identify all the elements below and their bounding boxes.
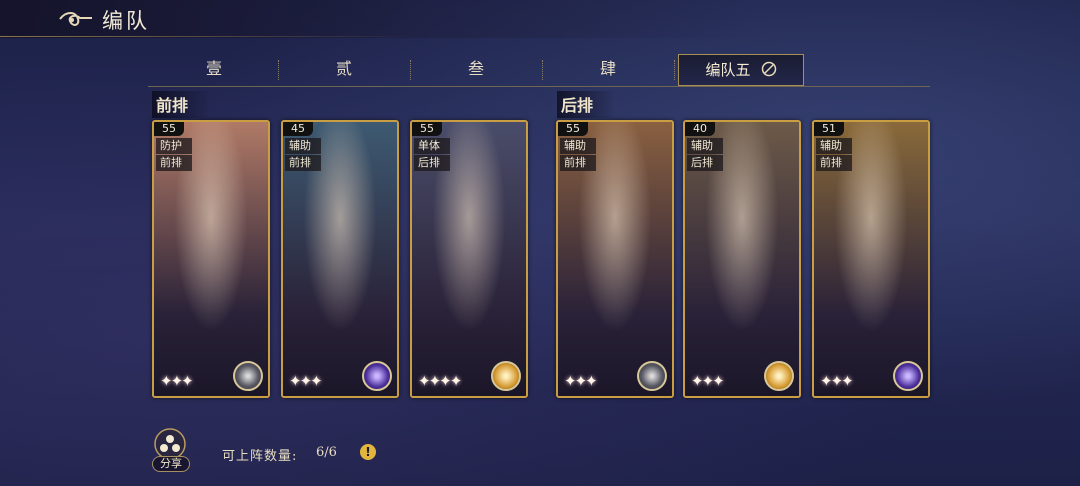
star-rating: ✦✦✦ — [820, 372, 854, 390]
moon-disc-icon — [637, 361, 667, 391]
purple-orb-icon — [362, 361, 392, 391]
position-tag: 后排 — [414, 155, 450, 171]
info-icon[interactable]: ! — [360, 444, 376, 460]
top-bar-divider — [0, 36, 420, 37]
role-tag: 辅助 — [816, 138, 852, 154]
tab-2[interactable]: 贰 — [288, 54, 400, 84]
position-tag: 前排 — [285, 155, 321, 171]
tab-4[interactable]: 肆 — [552, 54, 664, 84]
character-card[interactable]: 40 辅助 后排 ✦✦✦ — [683, 120, 801, 398]
level-badge: 55 — [558, 122, 588, 136]
top-bar — [0, 0, 1080, 38]
star-rating: ✦✦✦ — [691, 372, 725, 390]
share-button[interactable]: 分享 — [152, 456, 190, 472]
level-badge: 51 — [814, 122, 844, 136]
role-tag: 防护 — [156, 138, 192, 154]
tab-divider — [674, 60, 675, 80]
tab-divider — [278, 60, 279, 80]
rename-icon[interactable] — [761, 61, 777, 77]
position-tag: 前排 — [816, 155, 852, 171]
tab-1[interactable]: 壹 — [158, 54, 270, 84]
purple-orb-icon — [893, 361, 923, 391]
tab-label: 肆 — [599, 59, 616, 78]
gold-orb-icon — [491, 361, 521, 391]
role-tag: 辅助 — [285, 138, 321, 154]
level-badge: 40 — [685, 122, 715, 136]
gold-orb-icon — [764, 361, 794, 391]
tab-label: 壹 — [205, 59, 222, 78]
position-tag: 前排 — [560, 155, 596, 171]
star-rating: ✦✦✦ — [289, 372, 323, 390]
level-badge: 55 — [412, 122, 442, 136]
tab-label: 叁 — [467, 59, 484, 78]
tab-label: 编队五 — [705, 61, 751, 79]
character-card[interactable]: 51 辅助 前排 ✦✦✦ — [812, 120, 930, 398]
front-row-label: 前排 — [152, 91, 211, 118]
page-title: 编队 — [102, 9, 150, 33]
star-rating: ✦✦✦✦ — [418, 372, 462, 390]
position-tag: 后排 — [687, 155, 723, 171]
back-row-label: 后排 — [557, 91, 616, 118]
tab-divider — [410, 60, 411, 80]
position-tag: 前排 — [156, 155, 192, 171]
tab-label: 贰 — [335, 59, 352, 78]
character-card[interactable]: 55 辅助 前排 ✦✦✦ — [556, 120, 674, 398]
role-tag: 辅助 — [560, 138, 596, 154]
tab-5-active[interactable]: 编队五 — [678, 54, 804, 86]
role-tag: 辅助 — [687, 138, 723, 154]
level-badge: 55 — [154, 122, 184, 136]
character-card[interactable]: 55 防护 前排 ✦✦✦ — [152, 120, 270, 398]
moon-disc-icon — [233, 361, 263, 391]
star-rating: ✦✦✦ — [564, 372, 598, 390]
tab-divider — [542, 60, 543, 80]
tab-3[interactable]: 叁 — [420, 54, 532, 84]
character-card[interactable]: 45 辅助 前排 ✦✦✦ — [281, 120, 399, 398]
back-swirl-icon[interactable] — [58, 8, 94, 30]
deploy-count-label: 可上阵数量: — [222, 449, 298, 464]
deploy-count-value: 6/6 — [316, 445, 337, 460]
role-tag: 单体 — [414, 138, 450, 154]
star-rating: ✦✦✦ — [160, 372, 194, 390]
level-badge: 45 — [283, 122, 313, 136]
team-tabs: 壹 贰 叁 肆 编队五 — [148, 54, 930, 87]
character-card[interactable]: 55 单体 后排 ✦✦✦✦ — [410, 120, 528, 398]
